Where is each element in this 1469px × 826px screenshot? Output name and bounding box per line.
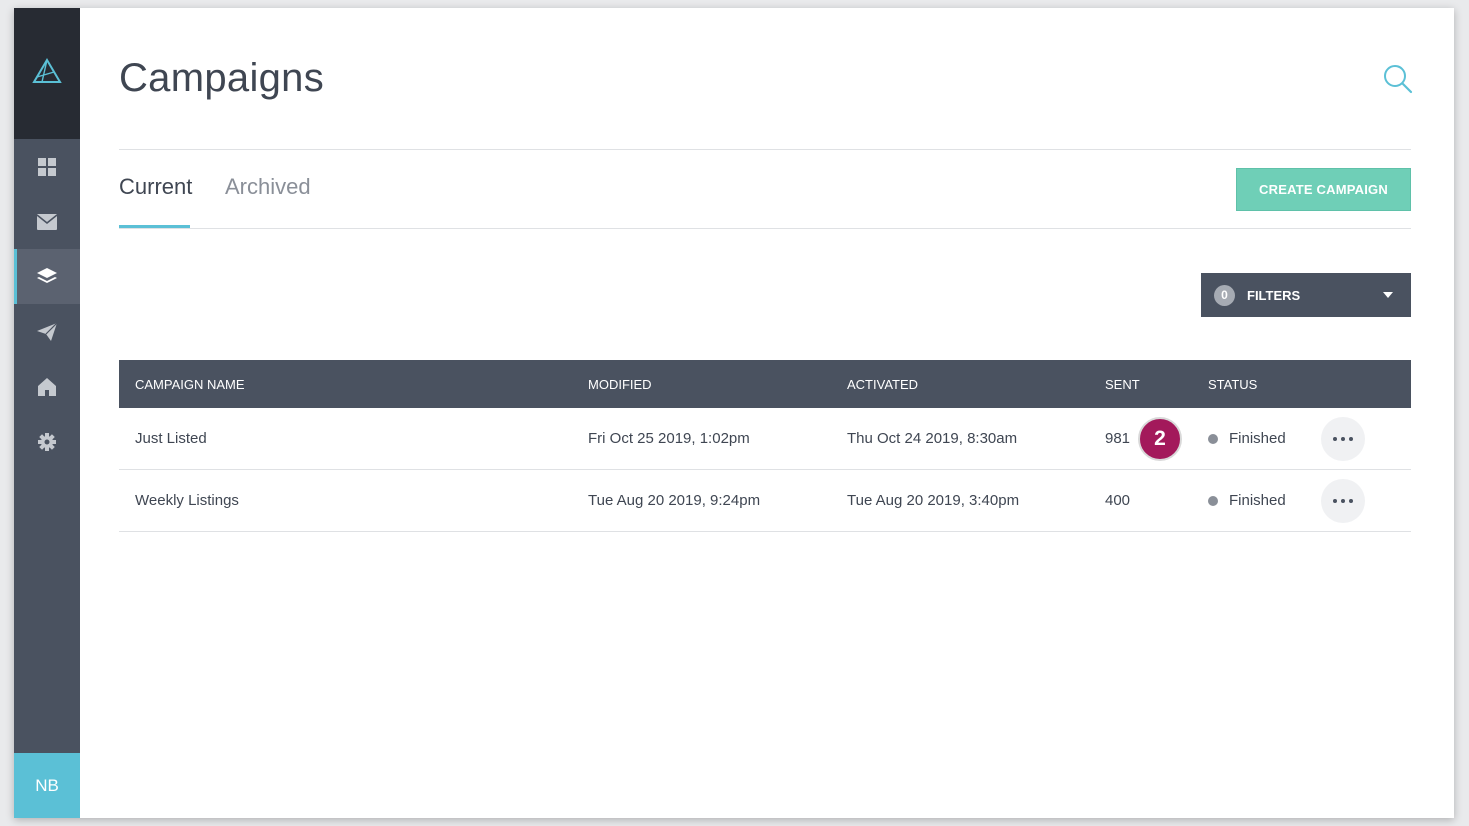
table-row[interactable]: Weekly Listings Tue Aug 20 2019, 9:24pm …: [119, 470, 1411, 532]
dashboard-grid-icon: [38, 157, 56, 176]
column-header-status[interactable]: STATUS: [1208, 377, 1257, 392]
layers-icon: [37, 267, 57, 283]
sent-count: 981: [1105, 430, 1131, 447]
triangle-logo-icon: [32, 57, 62, 83]
user-initials: NB: [35, 775, 59, 795]
gear-icon: [38, 432, 56, 451]
tab-current[interactable]: Current: [119, 174, 192, 200]
status-dot: [1208, 495, 1218, 506]
main-content: Campaigns Current Archived CREATE CAMPAI…: [119, 8, 1413, 818]
filters-dropdown[interactable]: 0 FILTERS: [1201, 273, 1411, 317]
divider: [119, 228, 1411, 229]
row-actions-button[interactable]: [1321, 417, 1365, 461]
campaigns-table: CAMPAIGN NAME MODIFIED ACTIVATED SENT ST…: [119, 360, 1411, 532]
column-header-campaign-name[interactable]: CAMPAIGN NAME: [135, 377, 245, 392]
sidebar-item-home[interactable]: [14, 359, 80, 414]
user-avatar[interactable]: NB: [14, 753, 80, 818]
home-icon: [38, 377, 56, 396]
more-horizontal-icon: [1331, 499, 1355, 503]
table-row[interactable]: Just Listed Fri Oct 25 2019, 1:02pm Thu …: [119, 408, 1411, 470]
create-campaign-button[interactable]: CREATE CAMPAIGN: [1236, 168, 1411, 211]
campaign-name[interactable]: Just Listed: [135, 430, 207, 447]
sidebar-item-send[interactable]: [14, 304, 80, 359]
logo[interactable]: [14, 8, 80, 139]
column-header-sent[interactable]: SENT: [1105, 377, 1140, 392]
sidebar-item-campaigns[interactable]: [14, 249, 80, 304]
sidebar-item-settings[interactable]: [14, 414, 80, 469]
modified-date: Tue Aug 20 2019, 9:24pm: [588, 492, 761, 509]
filters-label: FILTERS: [1247, 287, 1301, 303]
status: Finished: [1208, 430, 1286, 447]
paper-plane-icon: [37, 322, 57, 341]
status: Finished: [1208, 492, 1286, 509]
sidebar: NB: [14, 8, 80, 818]
table-header: CAMPAIGN NAME MODIFIED ACTIVATED SENT ST…: [119, 360, 1411, 408]
page-title: Campaigns: [119, 56, 325, 100]
step-number-badge: 2: [1138, 417, 1182, 461]
status-label: Finished: [1229, 492, 1286, 509]
search-icon: [1384, 65, 1413, 94]
campaign-name[interactable]: Weekly Listings: [135, 492, 239, 509]
filters-count-badge: 0: [1214, 284, 1235, 306]
modified-date: Fri Oct 25 2019, 1:02pm: [588, 430, 750, 447]
column-header-activated[interactable]: ACTIVATED: [847, 377, 918, 392]
chevron-down-icon: [1383, 292, 1393, 298]
app-window: NB Campaigns Current Archived CREATE CAM…: [14, 8, 1454, 818]
more-horizontal-icon: [1331, 437, 1355, 441]
column-header-modified[interactable]: MODIFIED: [588, 377, 652, 392]
status-dot: [1208, 433, 1218, 444]
envelope-icon: [37, 213, 57, 230]
activated-date: Thu Oct 24 2019, 8:30am: [847, 430, 1018, 447]
row-actions-button[interactable]: [1321, 479, 1365, 523]
tab-archived[interactable]: Archived: [225, 174, 311, 200]
sidebar-item-dashboard[interactable]: [14, 139, 80, 194]
search-button[interactable]: [1381, 62, 1415, 96]
activated-date: Tue Aug 20 2019, 3:40pm: [847, 492, 1020, 509]
sidebar-item-email[interactable]: [14, 194, 80, 249]
status-label: Finished: [1229, 430, 1286, 447]
divider: [119, 149, 1411, 150]
sent-count: 400: [1105, 492, 1131, 509]
